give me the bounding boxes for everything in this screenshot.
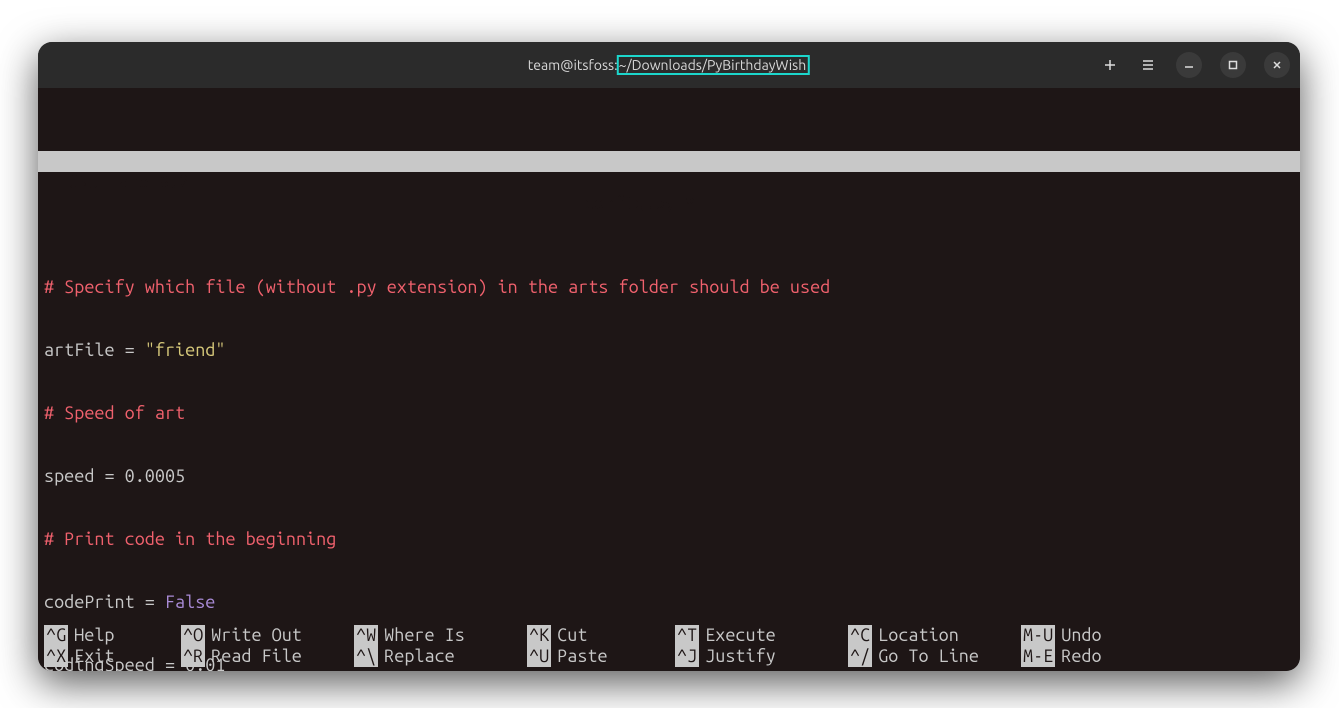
code-line: codePrint = xyxy=(44,592,165,613)
code-line: speed = 0.0005 xyxy=(44,466,185,487)
shortcut-help[interactable]: ^GHelp xyxy=(44,625,181,646)
shortcut-cut[interactable]: ^KCut xyxy=(527,625,675,646)
shortcut-whereis[interactable]: ^WWhere Is xyxy=(354,625,527,646)
code-line: # Specify which file (without .py extens… xyxy=(44,277,830,298)
nano-footer: ^GHelp ^OWrite Out ^WWhere Is ^KCut ^TEx… xyxy=(44,625,1294,667)
title-path-highlight: ~/Downloads/PyBirthdayWish xyxy=(617,55,811,75)
close-button[interactable] xyxy=(1264,52,1290,78)
shortcut-gotoline[interactable]: ^/Go To Line xyxy=(848,646,1021,667)
terminal-window: team@itsfoss: ~/Downloads/PyBirthdayWish xyxy=(38,42,1300,671)
code-line: # Speed of art xyxy=(44,403,185,424)
code-line: # Print code in the beginning xyxy=(44,529,336,550)
minimize-button[interactable] xyxy=(1176,52,1202,78)
title-path: ~/Downloads/PyBirthdayWish xyxy=(619,57,807,73)
shortcut-redo[interactable]: M-ERedo xyxy=(1021,646,1171,667)
menu-button[interactable] xyxy=(1138,55,1158,75)
editor-content[interactable]: # Specify which file (without .py extens… xyxy=(38,235,1300,671)
shortcut-paste[interactable]: ^UPaste xyxy=(527,646,675,667)
maximize-button[interactable] xyxy=(1220,52,1246,78)
shortcut-writeout[interactable]: ^OWrite Out xyxy=(181,625,354,646)
code-line: artFile = xyxy=(44,340,145,361)
code-keyword: False xyxy=(165,592,215,613)
shortcut-location[interactable]: ^CLocation xyxy=(848,625,1021,646)
nano-version: GNU nano 6.2 xyxy=(68,172,189,193)
code-string: "friend" xyxy=(145,340,226,361)
shortcut-readfile[interactable]: ^RRead File xyxy=(181,646,354,667)
terminal-body[interactable]: GNU nano 6.2 config.py * # Specify which… xyxy=(38,88,1300,671)
shortcut-justify[interactable]: ^JJustify xyxy=(675,646,848,667)
title-prefix: team@itsfoss: xyxy=(528,57,618,73)
titlebar-controls xyxy=(1100,42,1290,88)
shortcut-execute[interactable]: ^TExecute xyxy=(675,625,848,646)
shortcut-undo[interactable]: M-UUndo xyxy=(1021,625,1171,646)
shortcut-exit[interactable]: ^XExit xyxy=(44,646,181,667)
nano-filename: config.py * xyxy=(584,193,695,214)
window-title: team@itsfoss: ~/Downloads/PyBirthdayWish xyxy=(528,55,810,75)
titlebar: team@itsfoss: ~/Downloads/PyBirthdayWish xyxy=(38,42,1300,88)
nano-status-bar: GNU nano 6.2 config.py * xyxy=(38,151,1300,172)
new-tab-button[interactable] xyxy=(1100,55,1120,75)
shortcut-replace[interactable]: ^\Replace xyxy=(354,646,527,667)
